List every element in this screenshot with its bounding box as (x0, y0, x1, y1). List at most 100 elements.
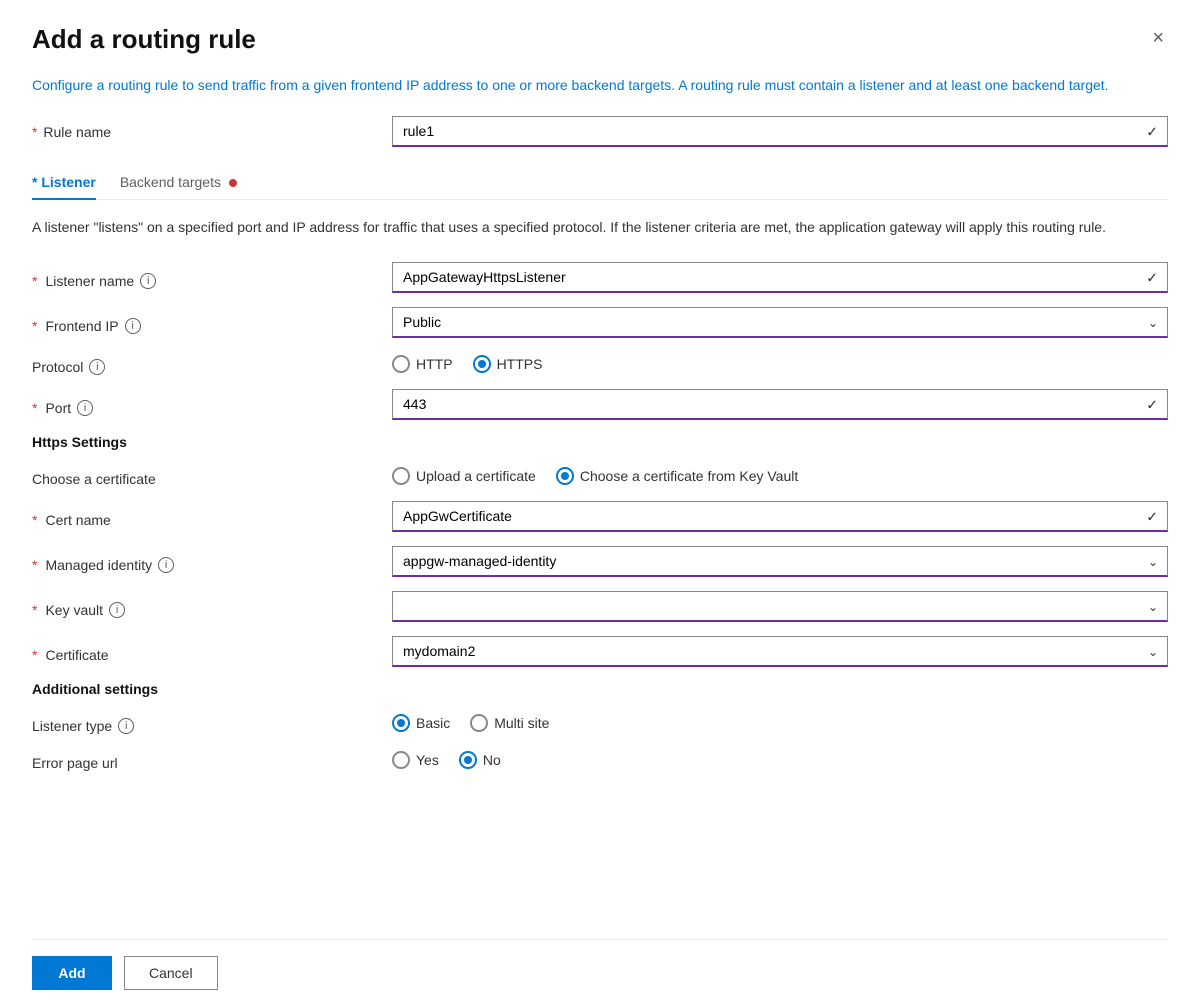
listener-name-input[interactable] (392, 262, 1168, 293)
certificate-input-col: mydomain2 ⌄ (392, 636, 1168, 667)
dialog-description: Configure a routing rule to send traffic… (32, 75, 1132, 96)
required-indicator: * (32, 124, 37, 140)
frontend-ip-row: * Frontend IP i Public ⌄ (32, 307, 1168, 338)
keyvault-certificate-dot (561, 472, 569, 480)
error-page-url-yes-radio[interactable] (392, 751, 410, 769)
rule-name-row: * Rule name ✓ (32, 116, 1168, 147)
listener-type-input-col: Basic Multi site (392, 714, 1168, 732)
managed-identity-select[interactable]: appgw-managed-identity (392, 546, 1168, 577)
managed-identity-input-col: appgw-managed-identity ⌄ (392, 546, 1168, 577)
form-section: * Listener name i ✓ * Frontend IP i Publ… (32, 262, 1168, 939)
rule-name-label: * Rule name (32, 124, 392, 140)
protocol-row: Protocol i HTTP HTTPS (32, 352, 1168, 375)
cancel-button[interactable]: Cancel (124, 956, 218, 990)
cert-name-input-col: ✓ (392, 501, 1168, 532)
listener-name-check-icon: ✓ (1146, 269, 1158, 286)
error-page-url-radio-group: Yes No (392, 751, 1168, 769)
keyvault-certificate-option[interactable]: Choose a certificate from Key Vault (556, 467, 798, 485)
listener-name-label: * Listener name i (32, 266, 392, 289)
frontend-ip-info-icon[interactable]: i (125, 318, 141, 334)
protocol-input-col: HTTP HTTPS (392, 355, 1168, 373)
protocol-radio-group: HTTP HTTPS (392, 355, 1168, 373)
port-input-col: ✓ (392, 389, 1168, 420)
rule-name-check-icon: ✓ (1146, 123, 1158, 140)
choose-certificate-input-col: Upload a certificate Choose a certificat… (392, 467, 1168, 485)
listener-type-radio-group: Basic Multi site (392, 714, 1168, 732)
listener-name-info-icon[interactable]: i (140, 273, 156, 289)
dialog-footer: Add Cancel (32, 939, 1168, 1006)
required-indicator: * (32, 647, 37, 663)
listener-type-label: Listener type i (32, 711, 392, 734)
listener-name-row: * Listener name i ✓ (32, 262, 1168, 293)
tab-backend-targets[interactable]: Backend targets (120, 166, 237, 200)
protocol-info-icon[interactable]: i (89, 359, 105, 375)
error-page-url-no-radio[interactable] (459, 751, 477, 769)
listener-type-basic-radio[interactable] (392, 714, 410, 732)
listener-type-multisite-option[interactable]: Multi site (470, 714, 549, 732)
backend-targets-dot (229, 179, 237, 187)
listener-description: A listener "listens" on a specified port… (32, 216, 1132, 238)
listener-type-multisite-radio[interactable] (470, 714, 488, 732)
managed-identity-info-icon[interactable]: i (158, 557, 174, 573)
certificate-row: * Certificate mydomain2 ⌄ (32, 636, 1168, 667)
port-label: * Port i (32, 393, 392, 416)
frontend-ip-input-col: Public ⌄ (392, 307, 1168, 338)
cert-name-label: * Cert name (32, 505, 392, 528)
required-indicator: * (32, 318, 37, 334)
protocol-http-option[interactable]: HTTP (392, 355, 453, 373)
port-input[interactable] (392, 389, 1168, 420)
tab-listener[interactable]: * Listener (32, 166, 96, 200)
key-vault-select[interactable] (392, 591, 1168, 622)
port-info-icon[interactable]: i (77, 400, 93, 416)
port-check-icon: ✓ (1146, 396, 1158, 413)
choose-certificate-label: Choose a certificate (32, 464, 392, 487)
required-indicator: * (32, 602, 37, 618)
dialog-header: Add a routing rule × (32, 24, 1168, 55)
rule-name-input[interactable] (392, 116, 1168, 147)
required-indicator: * (32, 557, 37, 573)
error-page-url-no-option[interactable]: No (459, 751, 501, 769)
key-vault-row: * Key vault i ⌄ (32, 591, 1168, 622)
error-page-url-label: Error page url (32, 748, 392, 771)
cert-name-row: * Cert name ✓ (32, 501, 1168, 532)
required-indicator: * (32, 400, 37, 416)
cert-name-input[interactable] (392, 501, 1168, 532)
keyvault-certificate-radio[interactable] (556, 467, 574, 485)
protocol-http-radio[interactable] (392, 355, 410, 373)
protocol-https-radio[interactable] (473, 355, 491, 373)
tabs-container: * Listener Backend targets (32, 165, 1168, 200)
protocol-https-dot (478, 360, 486, 368)
https-settings-heading: Https Settings (32, 434, 1168, 450)
listener-type-basic-dot (397, 719, 405, 727)
add-button[interactable]: Add (32, 956, 112, 990)
error-page-url-row: Error page url Yes No (32, 748, 1168, 771)
error-page-url-input-col: Yes No (392, 751, 1168, 769)
protocol-https-option[interactable]: HTTPS (473, 355, 543, 373)
certificate-radio-group: Upload a certificate Choose a certificat… (392, 467, 1168, 485)
required-indicator: * (32, 512, 37, 528)
certificate-select[interactable]: mydomain2 (392, 636, 1168, 667)
frontend-ip-label: * Frontend IP i (32, 311, 392, 334)
listener-type-basic-option[interactable]: Basic (392, 714, 450, 732)
close-button[interactable]: × (1148, 24, 1168, 52)
certificate-label: * Certificate (32, 640, 392, 663)
additional-settings-heading: Additional settings (32, 681, 1168, 697)
cert-name-check-icon: ✓ (1146, 508, 1158, 525)
listener-type-info-icon[interactable]: i (118, 718, 134, 734)
frontend-ip-select[interactable]: Public (392, 307, 1168, 338)
listener-name-input-col: ✓ (392, 262, 1168, 293)
upload-certificate-option[interactable]: Upload a certificate (392, 467, 536, 485)
port-row: * Port i ✓ (32, 389, 1168, 420)
error-page-url-no-dot (464, 756, 472, 764)
managed-identity-row: * Managed identity i appgw-managed-ident… (32, 546, 1168, 577)
choose-certificate-row: Choose a certificate Upload a certificat… (32, 464, 1168, 487)
required-indicator: * (32, 273, 37, 289)
key-vault-label: * Key vault i (32, 595, 392, 618)
error-page-url-yes-option[interactable]: Yes (392, 751, 439, 769)
listener-type-row: Listener type i Basic Multi site (32, 711, 1168, 734)
rule-name-field-wrapper: ✓ (392, 116, 1168, 147)
upload-certificate-radio[interactable] (392, 467, 410, 485)
key-vault-info-icon[interactable]: i (109, 602, 125, 618)
protocol-label: Protocol i (32, 352, 392, 375)
dialog-title: Add a routing rule (32, 24, 256, 55)
